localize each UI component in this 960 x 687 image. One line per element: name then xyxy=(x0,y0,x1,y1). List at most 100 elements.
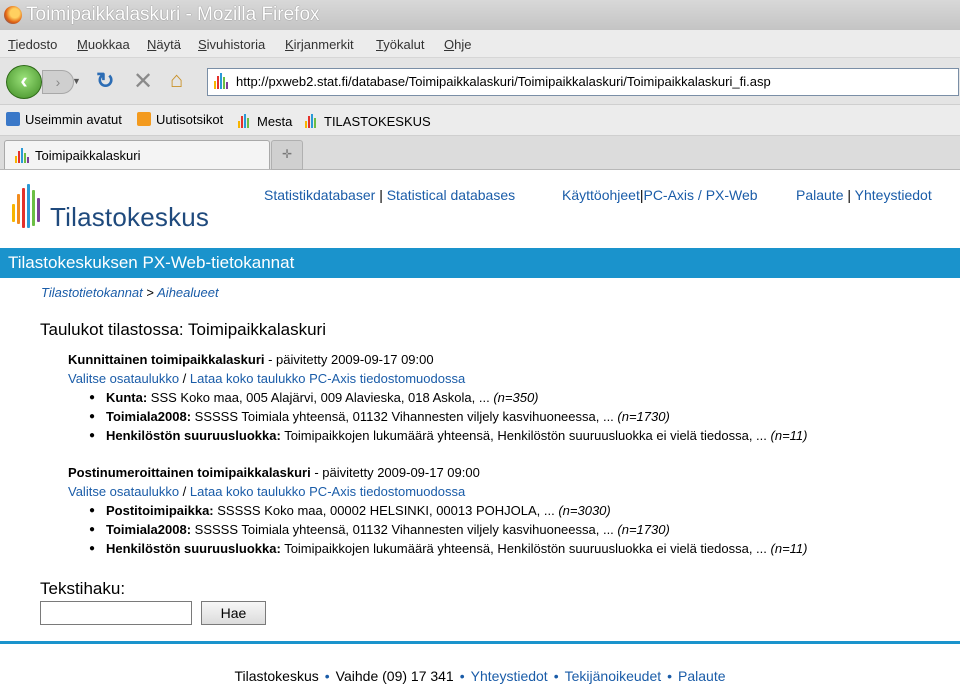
search-input[interactable] xyxy=(40,601,192,625)
list-item: Toimiala2008: SSSSS Toimiala yhteensä, 0… xyxy=(89,407,808,426)
variable-count: (n=11) xyxy=(770,428,808,443)
forward-button[interactable]: › xyxy=(42,70,74,94)
link-yhteystiedot[interactable]: Yhteystiedot xyxy=(855,187,932,203)
footer-link-tekijanoikeudet[interactable]: Tekijänoikeudet xyxy=(565,668,662,684)
bookmark-label: Mesta xyxy=(257,114,293,129)
contact-links: Palaute | Yhteystiedot xyxy=(796,187,932,203)
variable-label: Toimiala2008: xyxy=(106,522,192,537)
banner-title: Tilastokeskuksen PX-Web-tietokannat xyxy=(8,253,295,272)
table-name: Kunnittainen toimipaikkalaskuri xyxy=(68,352,265,367)
menu-tyokalut[interactable]: Työkalut xyxy=(376,37,424,52)
address-bar[interactable]: http://pxweb2.stat.fi/database/Toimipaik… xyxy=(207,68,959,96)
search-button[interactable]: Hae xyxy=(201,601,266,625)
back-button[interactable]: ‹ xyxy=(6,65,42,99)
new-tab-button[interactable]: ✛ xyxy=(271,140,303,170)
separator: | xyxy=(379,187,383,203)
list-item: Kunta: SSS Koko maa, 005 Alajärvi, 009 A… xyxy=(89,388,808,407)
footer-link-palaute[interactable]: Palaute xyxy=(678,668,725,684)
breadcrumb-aihealueet[interactable]: Aihealueet xyxy=(157,285,218,300)
link-palaute[interactable]: Palaute xyxy=(796,187,843,203)
table-header: Kunnittainen toimipaikkalaskuri - päivit… xyxy=(68,350,808,369)
link-statistikdatabaser[interactable]: Statistikdatabaser xyxy=(264,187,375,203)
tab-label: Toimipaikkalaskuri xyxy=(35,148,141,163)
table-entry: Kunnittainen toimipaikkalaskuri - päivit… xyxy=(68,350,808,445)
separator: / xyxy=(179,484,190,499)
bullet-icon: • xyxy=(553,668,559,684)
footer-org: Tilastokeskus xyxy=(234,668,319,684)
variable-list: Kunta: SSS Koko maa, 005 Alajärvi, 009 A… xyxy=(68,388,808,445)
footer-link-yhteystiedot[interactable]: Yhteystiedot xyxy=(471,668,548,684)
banner: Tilastokeskuksen PX-Web-tietokannat xyxy=(0,248,960,278)
variable-count: (n=1730) xyxy=(617,522,670,537)
variable-values: Toimipaikkojen lukumäärä yhteensä, Henki… xyxy=(280,541,771,556)
variable-label: Toimiala2008: xyxy=(106,409,192,424)
breadcrumb-tilastotietokannat[interactable]: Tilastotietokannat xyxy=(41,285,143,300)
firefox-logo-icon xyxy=(4,6,22,24)
variable-label: Henkilöstön suuruusluokka: xyxy=(106,541,281,556)
variable-count: (n=11) xyxy=(770,541,808,556)
table-links: Valitse osataulukko / Lataa koko taulukk… xyxy=(68,482,808,501)
arrow-right-icon: › xyxy=(55,74,61,90)
page-title: Taulukot tilastossa: Toimipaikkalaskuri xyxy=(40,320,326,339)
link-lataa-koko-taulukko[interactable]: Lataa koko taulukko PC-Axis tiedostomuod… xyxy=(190,484,465,499)
menu-bar: Tiedosto Muokkaa Näytä Sivuhistoria Kirj… xyxy=(0,30,960,58)
web-page: Tilastokeskus Statistikdatabaser | Stati… xyxy=(0,170,960,687)
bookmark-label: TILASTOKESKUS xyxy=(324,114,431,129)
breadcrumb: Tilastotietokannat > Aihealueet xyxy=(41,285,219,300)
breadcrumb-separator: > xyxy=(146,285,154,300)
bookmark-label: Uutisotsikot xyxy=(156,112,224,127)
link-statistical-databases[interactable]: Statistical databases xyxy=(387,187,515,203)
footer: Tilastokeskus • Vaihde (09) 17 341 • Yhteyst… xyxy=(0,668,960,684)
bullet-icon: • xyxy=(324,668,330,684)
history-dropdown-icon[interactable]: ▼ xyxy=(72,76,81,86)
navigation-toolbar: ‹ › ▼ ↻ ✕ ⌂ http://pxweb2.stat.fi/databa… xyxy=(0,58,960,105)
variable-values: SSSSS Koko maa, 00002 HELSINKI, 00013 PO… xyxy=(213,503,559,518)
bookmark-uutisotsikot[interactable]: Uutisotsikot xyxy=(137,112,223,127)
link-kayttoohjeet[interactable]: Käyttöohjeet xyxy=(562,187,640,203)
table-updated: - päivitetty 2009-09-17 09:00 xyxy=(310,465,480,480)
menu-nayta[interactable]: Näytä xyxy=(147,37,181,52)
menu-tiedosto[interactable]: Tiedosto xyxy=(8,37,57,52)
table-header: Postinumeroittainen toimipaikkalaskuri -… xyxy=(68,463,808,482)
arrow-left-icon: ‹ xyxy=(20,68,28,93)
list-item: Henkilöstön suuruusluokka: Toimipaikkoje… xyxy=(89,539,808,558)
variable-values: SSS Koko maa, 005 Alajärvi, 009 Alaviesk… xyxy=(147,390,494,405)
language-links: Statistikdatabaser | Statistical databas… xyxy=(264,187,515,203)
tab-favicon-icon xyxy=(15,147,29,166)
list-item: Henkilöstön suuruusluokka: Toimipaikkoje… xyxy=(89,426,808,445)
home-icon[interactable]: ⌂ xyxy=(170,67,183,93)
menu-sivuhistoria[interactable]: Sivuhistoria xyxy=(198,37,265,52)
smart-bookmark-icon xyxy=(6,112,20,126)
menu-ohje[interactable]: Ohje xyxy=(444,37,471,52)
variable-count: (n=3030) xyxy=(558,503,611,518)
tab-toimipaikkalaskuri[interactable]: Toimipaikkalaskuri xyxy=(4,140,270,169)
link-pc-axis[interactable]: PC-Axis / PX-Web xyxy=(643,187,757,203)
menu-muokkaa[interactable]: Muokkaa xyxy=(77,37,130,52)
window-title: Toimipaikkalaskuri - Mozilla Firefox xyxy=(26,4,320,25)
bookmark-mesta[interactable]: Mesta xyxy=(238,112,292,129)
link-valitse-osataulukko[interactable]: Valitse osataulukko xyxy=(68,371,179,386)
address-url: http://pxweb2.stat.fi/database/Toimipaik… xyxy=(236,74,771,89)
bookmark-useimmin-avatut[interactable]: Useimmin avatut xyxy=(6,112,122,127)
bookmark-tilastokeskus[interactable]: TILASTOKESKUS xyxy=(305,112,431,129)
separator: / xyxy=(179,371,190,386)
link-lataa-koko-taulukko[interactable]: Lataa koko taulukko PC-Axis tiedostomuod… xyxy=(190,371,465,386)
search-label: Tekstihaku: xyxy=(40,579,126,598)
stop-icon[interactable]: ✕ xyxy=(133,67,153,96)
tab-bar: Toimipaikkalaskuri ✛ xyxy=(0,136,960,170)
logo-text: Tilastokeskus xyxy=(50,202,210,232)
table-name: Postinumeroittainen toimipaikkalaskuri xyxy=(68,465,311,480)
menu-kirjanmerkit[interactable]: Kirjanmerkit xyxy=(285,37,354,52)
variable-count: (n=1730) xyxy=(617,409,670,424)
list-item: Postitoimipaikka: SSSSS Koko maa, 00002 … xyxy=(89,501,808,520)
link-valitse-osataulukko[interactable]: Valitse osataulukko xyxy=(68,484,179,499)
window-titlebar: Toimipaikkalaskuri - Mozilla Firefox xyxy=(0,0,960,30)
bullet-icon: • xyxy=(667,668,673,684)
table-entry: Postinumeroittainen toimipaikkalaskuri -… xyxy=(68,463,808,558)
footer-phone: Vaihde (09) 17 341 xyxy=(335,668,454,684)
rss-feed-icon xyxy=(137,112,151,126)
bookmark-label: Useimmin avatut xyxy=(25,112,122,127)
table-links: Valitse osataulukko / Lataa koko taulukk… xyxy=(68,369,808,388)
reload-icon[interactable]: ↻ xyxy=(96,68,114,94)
table-updated: - päivitetty 2009-09-17 09:00 xyxy=(264,352,434,367)
